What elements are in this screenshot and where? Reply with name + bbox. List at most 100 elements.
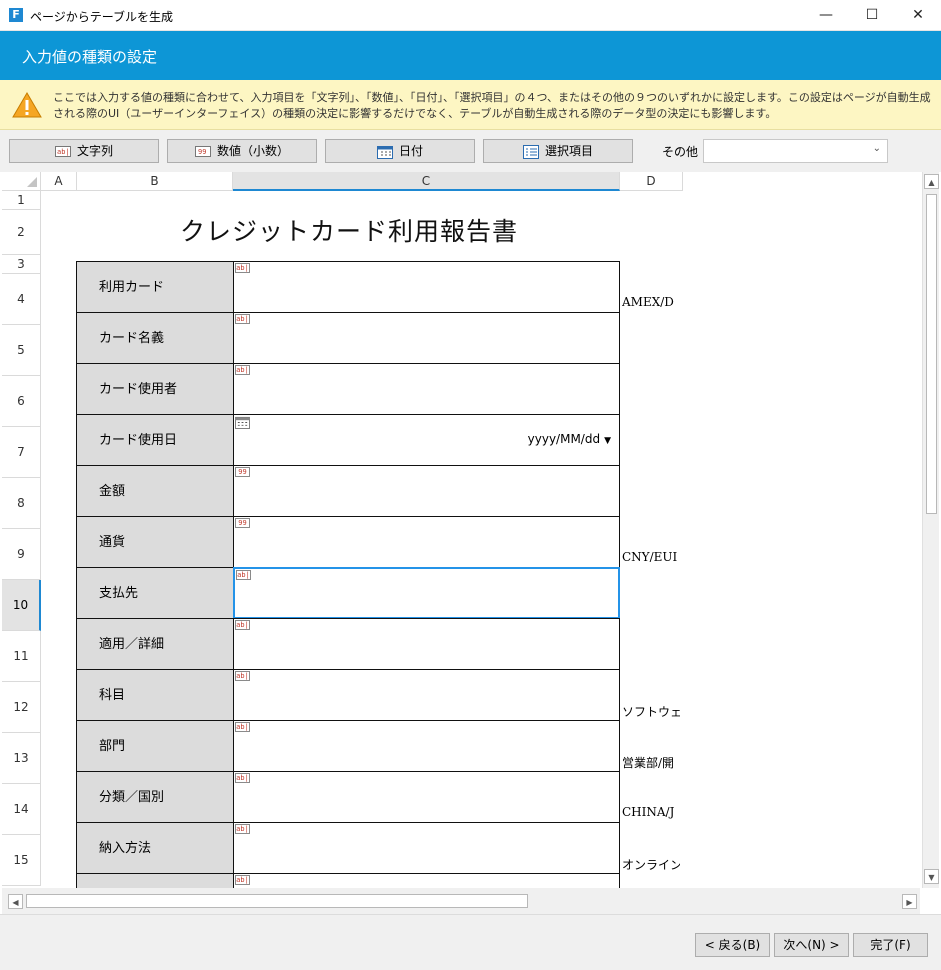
column-d-text: 営業部/開 [622, 756, 675, 770]
field-label-cell[interactable]: 金額 [76, 465, 234, 517]
row-header[interactable]: 15 [2, 835, 41, 886]
date-format-value: yyyy/MM/dd [527, 432, 601, 446]
spreadsheet-grid[interactable]: A B C D 1 2 3 4 5 6 7 8 9 10 11 12 13 14 15 クレジットカード利用… [2, 172, 922, 888]
number-type-button[interactable]: 99 数値（小数） [167, 139, 317, 163]
column-d-text: AMEX/D [622, 295, 674, 309]
other-label: その他 [662, 145, 699, 159]
field-value-cell[interactable]: ab| [233, 822, 620, 874]
number-field-icon: 99 [235, 467, 250, 477]
text-field-icon: ab| [235, 824, 250, 834]
row-header[interactable]: 6 [2, 376, 41, 427]
text-field-icon: ab| [235, 314, 250, 324]
app-logo-icon: F [9, 8, 23, 22]
calendar-icon [376, 145, 393, 159]
maximize-button[interactable]: ☐ [849, 0, 895, 31]
field-label-cell[interactable]: 通貨 [76, 516, 234, 568]
text-field-icon: ab| [236, 570, 251, 580]
row-header[interactable]: 8 [2, 478, 41, 529]
field-value-cell[interactable]: ab| [233, 567, 620, 619]
page-title: 入力値の種類の設定 [22, 48, 158, 66]
field-value-cell[interactable]: ab| [233, 873, 620, 888]
window-title: ページからテーブルを生成 [30, 10, 174, 24]
calendar-icon [235, 416, 250, 429]
column-header-b[interactable]: B [77, 172, 233, 191]
svg-text:99: 99 [198, 148, 206, 156]
column-header-d[interactable]: D [620, 172, 683, 191]
row-header[interactable]: 10 [2, 580, 41, 631]
vertical-scrollbar[interactable]: ▲ ▼ [922, 172, 939, 888]
scroll-up-arrow-icon[interactable]: ▲ [924, 174, 939, 189]
field-label-cell[interactable]: カード使用者 [76, 363, 234, 415]
date-format-dropdown[interactable]: yyyy/MM/dd ▼ [528, 432, 611, 446]
window-titlebar: F ページからテーブルを生成 — ☐ ✕ [0, 0, 941, 31]
field-value-cell[interactable]: ab| [233, 720, 620, 772]
row-header[interactable]: 14 [2, 784, 41, 835]
row-header[interactable]: 1 [2, 191, 41, 210]
text-field-icon: ab| [235, 671, 250, 681]
text-field-icon: ab| [235, 722, 250, 732]
column-d-text: CHINA/J [622, 805, 675, 819]
field-value-cell[interactable]: ab| [233, 261, 620, 313]
text-field-icon: ab| [235, 773, 250, 783]
field-label-cell[interactable]: 支払先 [76, 567, 234, 619]
column-d-text: CNY/EUI [622, 550, 678, 564]
number-field-icon: 99 [194, 146, 211, 157]
date-type-label: 日付 [398, 144, 423, 158]
page-header: 入力値の種類の設定 [0, 31, 941, 80]
field-value-cell[interactable]: ab| [233, 618, 620, 670]
column-header-c[interactable]: C [233, 172, 620, 191]
form-title: クレジットカード利用報告書 [180, 217, 519, 246]
field-label-cell[interactable]: カード名義 [76, 312, 234, 364]
date-type-button[interactable]: 日付 [325, 139, 475, 163]
field-label-cell[interactable]: 部門 [76, 720, 234, 772]
text-field-icon: ab| [235, 263, 250, 273]
other-type-dropdown[interactable]: ⌄ [703, 139, 888, 163]
row-header[interactable]: 9 [2, 529, 41, 580]
select-type-button[interactable]: 選択項目 [483, 139, 633, 163]
select-all-corner[interactable] [2, 172, 41, 191]
row-header[interactable]: 7 [2, 427, 41, 478]
field-value-cell[interactable]: ab| [233, 363, 620, 415]
field-value-cell[interactable]: ab| [233, 669, 620, 721]
row-header[interactable]: 11 [2, 631, 41, 682]
field-value-cell[interactable]: ab| [233, 771, 620, 823]
row-header[interactable]: 13 [2, 733, 41, 784]
column-d-text: オンライン [622, 858, 680, 872]
text-type-button[interactable]: ab| 文字列 [9, 139, 159, 163]
row-header[interactable]: 4 [2, 274, 41, 325]
finish-button[interactable]: 完了(F) [853, 933, 928, 957]
minimize-button[interactable]: — [803, 0, 849, 31]
column-header-a[interactable]: A [41, 172, 77, 191]
vertical-scroll-thumb[interactable] [926, 194, 937, 514]
field-value-cell[interactable]: 99 [233, 516, 620, 568]
horizontal-scroll-thumb[interactable] [26, 894, 528, 908]
field-value-cell[interactable]: ab| [233, 312, 620, 364]
info-banner: ここでは入力する値の種類に合わせて、入力項目を「文字列」、「数値」、「日付」、「… [0, 80, 941, 130]
scroll-left-arrow-icon[interactable]: ◀ [8, 894, 23, 909]
scroll-right-arrow-icon[interactable]: ▶ [902, 894, 917, 909]
row-header[interactable]: 12 [2, 682, 41, 733]
field-label-cell[interactable] [76, 873, 234, 888]
next-button[interactable]: 次へ(N) > [774, 933, 849, 957]
back-button[interactable]: < 戻る(B) [695, 933, 770, 957]
field-label-cell[interactable]: 納入方法 [76, 822, 234, 874]
field-label-cell[interactable]: 適用／詳細 [76, 618, 234, 670]
wizard-footer: < 戻る(B) 次へ(N) > 完了(F) [0, 914, 941, 970]
chevron-down-icon: ⌄ [872, 143, 881, 154]
scroll-down-arrow-icon[interactable]: ▼ [924, 869, 939, 884]
close-button[interactable]: ✕ [895, 0, 941, 31]
horizontal-scrollbar[interactable]: ◀ ▶ [2, 888, 920, 914]
field-label-cell[interactable]: 利用カード [76, 261, 234, 313]
banner-text: ここでは入力する値の種類に合わせて、入力項目を「文字列」、「数値」、「日付」、「… [53, 91, 931, 120]
svg-text:ab|: ab| [57, 148, 70, 156]
field-label-cell[interactable]: カード使用日 [76, 414, 234, 466]
field-label-cell[interactable]: 分類／国別 [76, 771, 234, 823]
text-field-icon: ab| [235, 365, 250, 375]
row-header[interactable]: 3 [2, 255, 41, 274]
field-value-cell[interactable]: yyyy/MM/dd ▼ [233, 414, 620, 466]
field-value-cell[interactable]: 99 [233, 465, 620, 517]
row-header[interactable]: 5 [2, 325, 41, 376]
field-label-cell[interactable]: 科目 [76, 669, 234, 721]
row-header[interactable]: 2 [2, 210, 41, 255]
type-toolbar: ab| 文字列 99 数値（小数） 日付 選択項目 その他 ⌄ [0, 130, 941, 172]
